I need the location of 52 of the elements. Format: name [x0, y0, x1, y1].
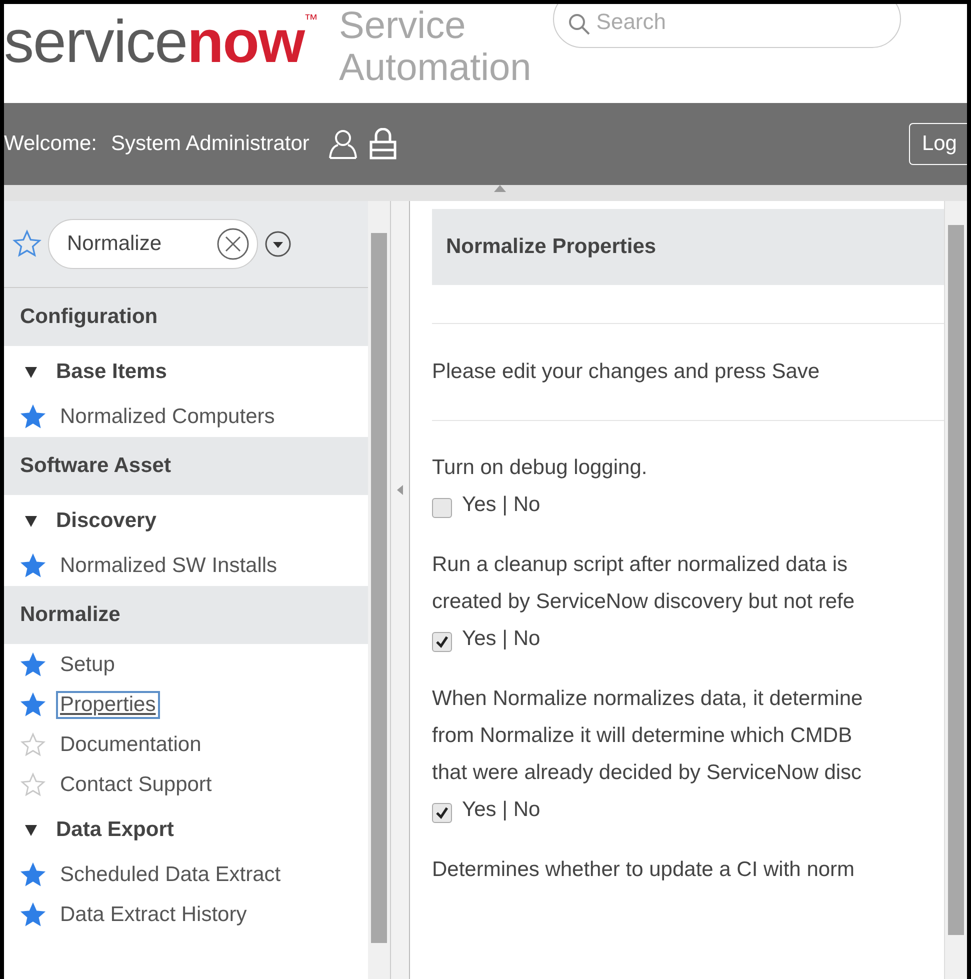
page-title: Normalize Properties: [432, 209, 944, 285]
nav-group[interactable]: Data Export: [56, 818, 174, 842]
expand-triangle-icon[interactable]: [24, 514, 38, 528]
option-label: Yes | No: [462, 627, 540, 651]
star-icon[interactable]: [20, 902, 46, 928]
login-button[interactable]: Log: [908, 123, 967, 165]
nav-group[interactable]: Discovery: [56, 509, 156, 533]
search-field[interactable]: Search: [553, 4, 902, 48]
user-icon[interactable]: [327, 128, 360, 160]
nav-link[interactable]: Contact Support: [56, 771, 216, 799]
filter-field[interactable]: Normalize: [48, 219, 258, 269]
nav-group[interactable]: Base Items: [56, 360, 167, 384]
expand-triangle-icon[interactable]: [24, 823, 38, 837]
expand-triangle-icon[interactable]: [24, 365, 38, 379]
nav-section-header: Software Asset: [4, 437, 368, 496]
product-name: Service Automation: [339, 6, 532, 90]
scrollbar[interactable]: [944, 201, 967, 979]
checkbox[interactable]: [432, 632, 452, 652]
checkbox[interactable]: [432, 498, 452, 518]
dropdown-icon[interactable]: [264, 230, 292, 258]
nav-section-header: Configuration: [4, 288, 368, 347]
nav-link[interactable]: Scheduled Data Extract: [56, 861, 285, 889]
star-icon[interactable]: [20, 553, 46, 579]
user-name: System Administrator: [110, 132, 310, 156]
star-icon[interactable]: [20, 404, 46, 430]
option-label: Yes | No: [462, 798, 540, 822]
star-icon[interactable]: [20, 772, 46, 798]
nav-link[interactable]: Data Extract History: [56, 901, 251, 929]
star-icon[interactable]: [20, 692, 46, 718]
lock-icon[interactable]: [369, 128, 398, 160]
nav-link[interactable]: Normalized SW Installs: [56, 552, 282, 580]
servicenow-logo: servicenow™: [4, 12, 318, 72]
property-description: Run a cleanup script after normalized data is created by ServiceNow discovery but not refe: [432, 552, 856, 615]
star-icon[interactable]: [20, 652, 46, 678]
option-label: Yes | No: [462, 493, 540, 517]
nav-link[interactable]: Setup: [56, 651, 119, 679]
star-icon[interactable]: [12, 229, 42, 259]
nav-link[interactable]: Properties: [56, 691, 160, 719]
property-description: Turn on debug logging.: [432, 455, 648, 481]
search-icon: [567, 12, 592, 36]
star-icon[interactable]: [20, 732, 46, 758]
scrollbar[interactable]: [368, 201, 390, 979]
checkbox[interactable]: [432, 803, 452, 823]
property-description: Determines whether to update a CI with norm: [432, 857, 856, 883]
welcome-label: Welcome:: [4, 132, 97, 156]
nav-link[interactable]: Documentation: [56, 731, 206, 759]
nav-section-header: Normalize: [4, 586, 368, 645]
star-icon[interactable]: [20, 862, 46, 888]
property-description: When Normalize normalizes data, it determine from Normalize it will determine which CMDB that were already decided by ServiceNow disc: [432, 686, 864, 786]
nav-link[interactable]: Normalized Computers: [56, 403, 279, 431]
clear-icon[interactable]: [216, 227, 250, 261]
collapse-arrow-icon[interactable]: [397, 485, 403, 495]
